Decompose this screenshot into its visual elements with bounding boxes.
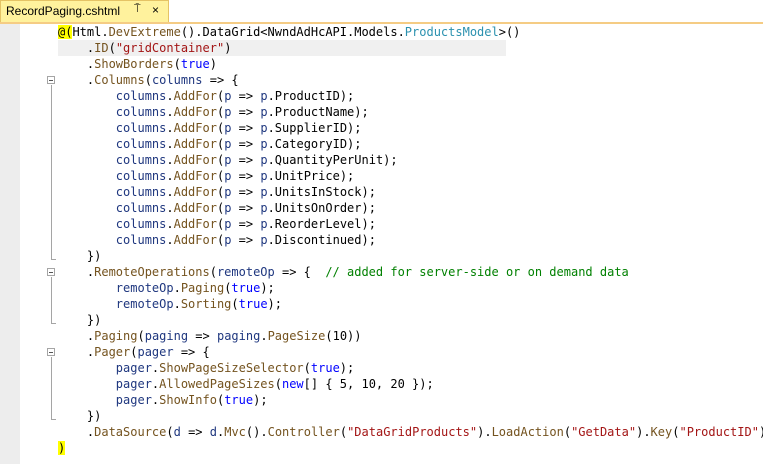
code-editor[interactable]: @(Html.DevExtreme().DataGrid<NwndAdHcAPI… [58, 24, 763, 456]
pin-icon[interactable]: ⍑ [134, 3, 141, 16]
code-line[interactable]: ) [58, 440, 763, 456]
code-line[interactable]: remoteOp.Sorting(true); [58, 296, 763, 312]
code-line[interactable]: columns.AddFor(p => p.UnitsInStock); [58, 184, 763, 200]
code-line[interactable]: .Columns(columns => { [58, 72, 763, 88]
code-line[interactable]: columns.AddFor(p => p.CategoryID); [58, 136, 763, 152]
collapse-remoteoperations-icon[interactable] [47, 268, 55, 276]
outline-pager-end [51, 419, 56, 420]
code-line[interactable]: }) [58, 312, 763, 328]
collapse-pager-icon[interactable] [47, 348, 55, 356]
code-line[interactable]: remoteOp.Paging(true); [58, 280, 763, 296]
code-line[interactable]: .ShowBorders(true) [58, 56, 763, 72]
document-tab-strip: RecordPaging.cshtml ⍑ × [0, 0, 763, 24]
code-line[interactable]: .Pager(pager => { [58, 344, 763, 360]
code-line[interactable]: .ID("gridContainer") [58, 40, 763, 56]
code-line[interactable]: pager.AllowedPageSizes(new[] { 5, 10, 20… [58, 376, 763, 392]
code-line[interactable]: columns.AddFor(p => p.UnitPrice); [58, 168, 763, 184]
code-line[interactable]: columns.AddFor(p => p.ProductName); [58, 104, 763, 120]
outline-columns-line [51, 85, 52, 259]
code-line[interactable]: pager.ShowPageSizeSelector(true); [58, 360, 763, 376]
code-line[interactable]: .RemoteOperations(remoteOp => { // added… [58, 264, 763, 280]
collapse-columns-icon[interactable] [47, 76, 55, 84]
outline-pager-line [51, 357, 52, 419]
code-line[interactable]: .Paging(paging => paging.PageSize(10)) [58, 328, 763, 344]
selection-margin [0, 24, 20, 464]
code-line[interactable]: @(Html.DevExtreme().DataGrid<NwndAdHcAPI… [58, 24, 763, 40]
code-line[interactable]: columns.AddFor(p => p.ReorderLevel); [58, 216, 763, 232]
code-line[interactable]: pager.ShowInfo(true); [58, 392, 763, 408]
code-line[interactable]: }) [58, 408, 763, 424]
outline-columns-end [51, 259, 56, 260]
outline-remoteoperations-line [51, 277, 52, 323]
code-line[interactable]: columns.AddFor(p => p.ProductID); [58, 88, 763, 104]
code-line[interactable]: columns.AddFor(p => p.QuantityPerUnit); [58, 152, 763, 168]
code-line[interactable]: columns.AddFor(p => p.SupplierID); [58, 120, 763, 136]
tab-title: RecordPaging.cshtml [6, 4, 121, 18]
code-line[interactable]: .DataSource(d => d.Mvc().Controller("Dat… [58, 424, 763, 440]
outline-gutter [20, 24, 47, 464]
code-line[interactable]: columns.AddFor(p => p.Discontinued); [58, 232, 763, 248]
tab-recordpaging-cshtml[interactable]: RecordPaging.cshtml ⍑ × [0, 0, 169, 22]
close-icon[interactable]: × [152, 3, 159, 17]
code-line[interactable]: }) [58, 248, 763, 264]
outline-remoteoperations-end [51, 323, 56, 324]
code-line[interactable]: columns.AddFor(p => p.UnitsOnOrder); [58, 200, 763, 216]
